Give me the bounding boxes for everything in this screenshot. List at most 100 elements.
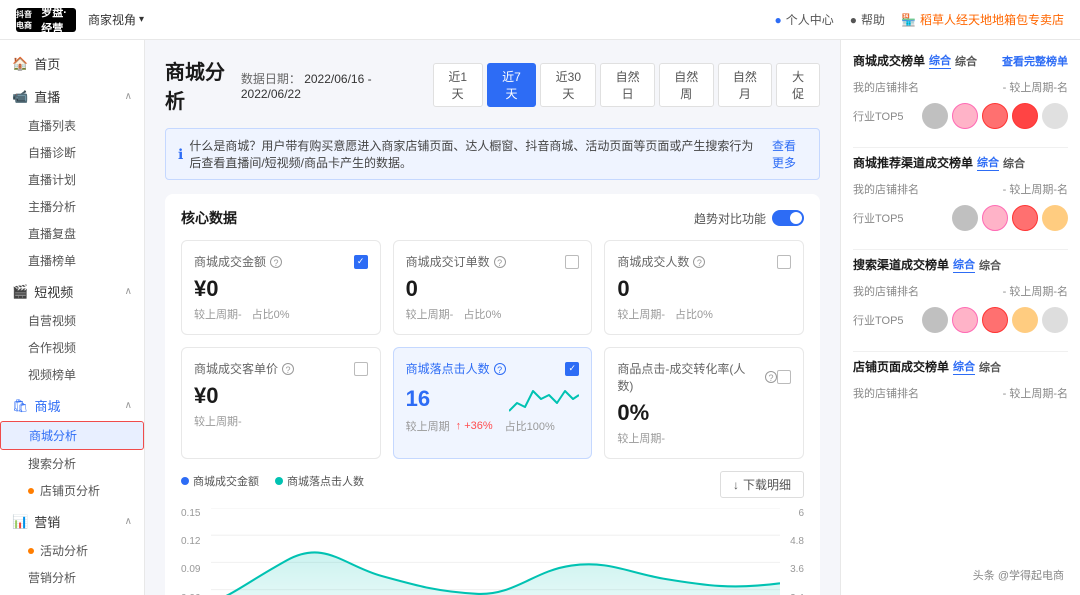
sidebar-section-live: 📹 直播 ∧ 直播列表 自播诊断 直播计划 主播分析 直播复盘 直播榜单 <box>0 81 144 274</box>
rank-avatar-1-1 <box>982 205 1008 231</box>
rank-title-store-page: 店铺页面成交榜单 综合 综合 <box>853 358 1068 375</box>
metric-1-question-icon[interactable]: ? <box>494 256 506 268</box>
date-tab-natural-week[interactable]: 自然周 <box>659 63 714 107</box>
short-video-label: 短视频 <box>34 282 73 301</box>
rank-title-text-1: 商城推荐渠道成交榜单 综合 综合 <box>853 154 1025 171</box>
info-icon: ℹ <box>178 146 183 163</box>
chart-container: 0.15 0.12 0.09 0.06 0.03 0 6 4.8 3.6 2.4… <box>181 504 804 595</box>
date-tab-promo[interactable]: 大促 <box>776 63 820 107</box>
personal-center-btn[interactable]: ● 个人中心 <box>775 11 834 28</box>
metric-value-4: 16 <box>406 386 430 412</box>
metric-card-2: 商城成交人数 ? 0 较上周期- 占比0% <box>604 240 804 335</box>
trend-label: 趋势对比功能 <box>694 210 766 227</box>
rank-avatars-2 <box>922 307 1068 333</box>
metric-compare-3: 较上周期- <box>194 413 368 429</box>
rank-tab-2a[interactable]: 综合 <box>953 256 975 273</box>
rank-view-all-0[interactable]: 查看完整榜单 <box>1002 53 1068 69</box>
sidebar-item-activity-analysis[interactable]: 活动分析 <box>0 537 144 564</box>
metric-value-5: 0% <box>617 400 791 426</box>
video-icon: 🎬 <box>12 284 28 300</box>
help-label: 帮助 <box>861 11 885 28</box>
rank-avatar-2-2 <box>982 307 1008 333</box>
metric-3-question-icon[interactable]: ? <box>282 363 294 375</box>
top-nav-right: ● 个人中心 ● 帮助 🏪 稻草人经天地地箱包专卖店 <box>775 11 1065 28</box>
sidebar-item-live-rank[interactable]: 直播榜单 <box>0 247 144 274</box>
metric-header-4: 商城落点击人数 ? ✓ <box>406 360 580 377</box>
download-btn[interactable]: ↓ 下载明细 <box>720 471 804 498</box>
sidebar-item-home[interactable]: 🏠 首页 <box>0 48 144 79</box>
sidebar-item-marketing-analysis[interactable]: 营销分析 <box>0 564 144 591</box>
metric-4-question-icon[interactable]: ? <box>494 363 506 375</box>
legend-item-0: 商城成交金额 <box>181 473 259 489</box>
date-tab-natural-month[interactable]: 自然月 <box>718 63 773 107</box>
toggle-switch[interactable] <box>772 210 804 226</box>
sidebar-item-collab-video[interactable]: 合作视频 <box>0 334 144 361</box>
sidebar-item-store-page-analysis[interactable]: 店铺页分析 <box>0 477 144 504</box>
rank-label-1: 商城推荐渠道成交榜单 <box>853 154 973 171</box>
metric-4-checkbox[interactable]: ✓ <box>565 362 579 376</box>
sidebar-item-mall-analysis[interactable]: 商城分析 <box>0 421 144 450</box>
rank-tab-comprehensive-0b[interactable]: 综合 <box>955 53 977 69</box>
metric-header-3: 商城成交客单价 ? <box>194 360 368 377</box>
rank-avatar-2-1 <box>952 307 978 333</box>
download-label: 下载明细 <box>743 476 791 493</box>
merchant-view-btn[interactable]: 商家视角 ▾ <box>88 11 144 28</box>
help-btn[interactable]: ● 帮助 <box>850 11 885 28</box>
short-video-chevron: ∧ <box>125 286 132 297</box>
trend-toggle[interactable]: 趋势对比功能 <box>694 210 804 227</box>
sidebar-item-live-review[interactable]: 直播复盘 <box>0 220 144 247</box>
metric-2-question-icon[interactable]: ? <box>693 256 705 268</box>
sidebar-item-live-plan[interactable]: 直播计划 <box>0 166 144 193</box>
core-title: 核心数据 <box>181 208 237 228</box>
sidebar-section-mall: 🛍 商城 ∧ 商城分析 搜索分析 店铺页分析 <box>0 390 144 504</box>
info-link[interactable]: 查看更多 <box>772 137 807 171</box>
metric-0-checkbox[interactable]: ✓ <box>354 255 368 269</box>
sidebar-item-search-analysis[interactable]: 搜索分析 <box>0 450 144 477</box>
sidebar-group-live[interactable]: 📹 直播 ∧ <box>0 81 144 112</box>
rank-avatar-1-2 <box>1012 205 1038 231</box>
chart-legend: 商城成交金额 商城落点击人数 <box>181 473 364 489</box>
live-icon: 📹 <box>12 89 28 105</box>
sidebar-item-self-video[interactable]: 自营视频 <box>0 307 144 334</box>
metric-0-question-icon[interactable]: ? <box>270 256 282 268</box>
merchant-view-label: 商家视角 <box>88 11 136 28</box>
rank-tab-3b[interactable]: 综合 <box>979 359 1001 375</box>
metric-5-checkbox[interactable] <box>777 370 791 384</box>
metric-header-0: 商城成交金额 ? ✓ <box>194 253 368 270</box>
metric-compare-5: 较上周期- <box>617 430 791 446</box>
sidebar-item-live-list[interactable]: 直播列表 <box>0 112 144 139</box>
date-tab-30day[interactable]: 近30天 <box>540 63 596 107</box>
metric-3-checkbox[interactable] <box>354 362 368 376</box>
rank-tab-1a[interactable]: 综合 <box>977 154 999 171</box>
marketing-chevron: ∧ <box>125 516 132 527</box>
rank-industry-0: 行业TOP5 <box>853 99 1068 133</box>
metric-5-question-icon[interactable]: ? <box>765 371 777 383</box>
metric-2-checkbox[interactable] <box>777 255 791 269</box>
date-tab-7day[interactable]: 近7天 <box>487 63 537 107</box>
help-icon: ● <box>850 13 857 27</box>
sidebar-group-marketing[interactable]: 📊 营销 ∧ <box>0 506 144 537</box>
store-name[interactable]: 🏪 稻草人经天地地箱包专卖店 <box>901 11 1064 28</box>
rank-tab-comprehensive-0[interactable]: 综合 <box>929 52 951 69</box>
mall-label: 商城 <box>35 396 61 415</box>
main-content: 商城分析 数据日期： 2022/06/16 - 2022/06/22 近1天 近… <box>145 40 840 595</box>
rank-tab-2b[interactable]: 综合 <box>979 257 1001 273</box>
rank-tab-1b[interactable]: 综合 <box>1003 155 1025 171</box>
sidebar-item-video-rank[interactable]: 视频榜单 <box>0 361 144 388</box>
sidebar-item-self-diagnose[interactable]: 自播诊断 <box>0 139 144 166</box>
sidebar-item-host-analysis[interactable]: 主播分析 <box>0 193 144 220</box>
metric-value-0: ¥0 <box>194 276 368 302</box>
rank-section-mall-transaction: 商城成交榜单 综合 综合 查看完整榜单 我的店铺排名 - 较上周期-名 行业TO… <box>853 52 1068 133</box>
metric-card-3: 商城成交客单价 ? ¥0 较上周期- <box>181 347 381 459</box>
date-tab-1day[interactable]: 近1天 <box>433 63 483 107</box>
metric-1-checkbox[interactable] <box>565 255 579 269</box>
rank-avatars-1 <box>952 205 1068 231</box>
sidebar-group-mall[interactable]: 🛍 商城 ∧ <box>0 390 144 421</box>
personal-center-label: 个人中心 <box>786 11 834 28</box>
watermark: 头条 @学得起电商 <box>967 565 1070 585</box>
rank-section-mall-recommend: 商城推荐渠道成交榜单 综合 综合 我的店铺排名 - 较上周期-名 行业TOP5 <box>853 154 1068 235</box>
rank-tab-3a[interactable]: 综合 <box>953 358 975 375</box>
sidebar-group-short-video[interactable]: 🎬 短视频 ∧ <box>0 276 144 307</box>
date-tab-natural-day[interactable]: 自然日 <box>600 63 655 107</box>
rank-industry-2: 行业TOP5 <box>853 303 1068 337</box>
